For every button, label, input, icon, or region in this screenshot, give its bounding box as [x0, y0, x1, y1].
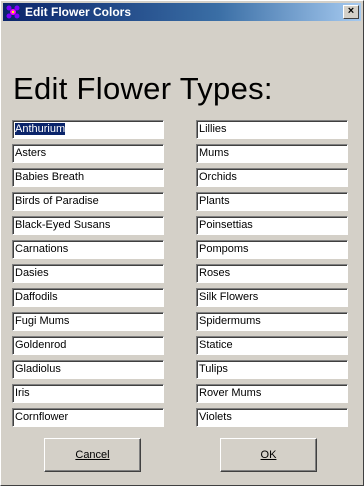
flower-field-right-2[interactable]: Mums: [196, 144, 348, 163]
app-icon: [5, 4, 21, 20]
window-title: Edit Flower Colors: [25, 5, 132, 19]
flower-field-right-5[interactable]: Poinsettias: [196, 216, 348, 235]
page-title: Edit Flower Types:: [13, 71, 273, 106]
flower-field-right-1[interactable]: Lillies: [196, 120, 348, 139]
title-bar[interactable]: Edit Flower Colors ×: [3, 3, 361, 21]
flower-field-right-11[interactable]: Tulips: [196, 360, 348, 379]
flower-field-left-2[interactable]: Asters: [12, 144, 164, 163]
flower-field-right-9[interactable]: Spidermums: [196, 312, 348, 331]
cancel-button[interactable]: Cancel: [44, 438, 141, 472]
flower-field-left-8[interactable]: Daffodils: [12, 288, 164, 307]
flower-field-right-3[interactable]: Orchids: [196, 168, 348, 187]
flower-field-left-7[interactable]: Dasies: [12, 264, 164, 283]
close-icon[interactable]: ×: [343, 5, 359, 19]
flower-field-right-6[interactable]: Pompoms: [196, 240, 348, 259]
flower-field-left-11[interactable]: Gladiolus: [12, 360, 164, 379]
flower-field-left-6[interactable]: Carnations: [12, 240, 164, 259]
flower-field-right-8[interactable]: Silk Flowers: [196, 288, 348, 307]
flower-field-left-13[interactable]: Cornflower: [12, 408, 164, 427]
flower-field-left-3[interactable]: Babies Breath: [12, 168, 164, 187]
flower-field-left-9[interactable]: Fugi Mums: [12, 312, 164, 331]
flower-field-left-4[interactable]: Birds of Paradise: [12, 192, 164, 211]
dialog-window: Edit Flower Colors × Edit Flower Types: …: [0, 0, 364, 486]
flower-field-left-12[interactable]: Iris: [12, 384, 164, 403]
flower-field-right-13[interactable]: Violets: [196, 408, 348, 427]
flower-field-left-5[interactable]: Black-Eyed Susans: [12, 216, 164, 235]
ok-button[interactable]: OK: [220, 438, 317, 472]
flower-field-left-10[interactable]: Goldenrod: [12, 336, 164, 355]
flower-field-right-4[interactable]: Plants: [196, 192, 348, 211]
flower-field-right-12[interactable]: Rover Mums: [196, 384, 348, 403]
flower-field-right-10[interactable]: Statice: [196, 336, 348, 355]
flower-field-left-1[interactable]: Anthurium: [12, 120, 164, 139]
flower-field-right-7[interactable]: Roses: [196, 264, 348, 283]
